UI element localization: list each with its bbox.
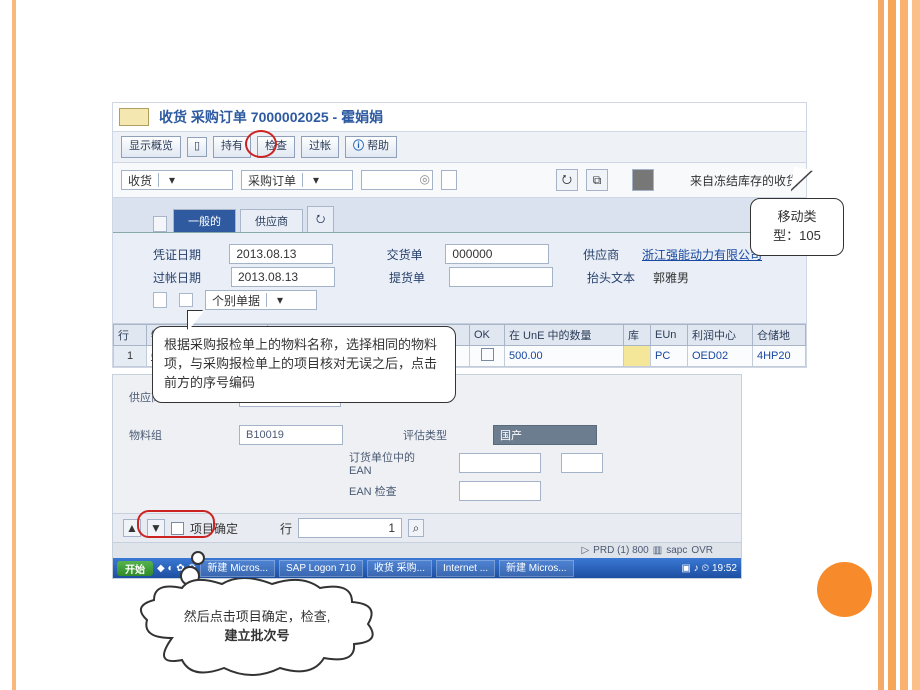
callout-material-instruction: 根据采购报检单上的物料名称，选择相同的物料项，与采购报检单上的项目核对无误之后，…	[152, 326, 456, 403]
vendor-link[interactable]: 浙江强能动力有限公司	[642, 248, 762, 262]
ean-label: 订货单位中的 EAN	[349, 449, 439, 477]
taskbar-app-1[interactable]: 新建 Micros...	[200, 560, 275, 577]
ean-check-label: EAN 检查	[349, 483, 439, 499]
material-group-label: 物料组	[129, 427, 219, 443]
doc-date-input[interactable]: 2013.08.13	[229, 244, 333, 264]
item-ok-checkbox[interactable]	[171, 522, 184, 535]
row-up-icon[interactable]: ▲	[123, 519, 141, 537]
delivery-note-label: 交货单	[387, 246, 434, 263]
execute-icon[interactable]: ⭮	[556, 169, 578, 191]
line-label: 行	[280, 520, 292, 537]
valuation-type-label: 评估类型	[403, 427, 473, 443]
col-profit: 利润中心	[688, 325, 753, 346]
cell-ok-checkbox[interactable]	[481, 348, 494, 361]
cell-eun: PC	[651, 346, 688, 367]
col-eun: EUn	[651, 325, 688, 346]
sap-window-icon	[119, 108, 149, 126]
print-icon[interactable]	[153, 292, 167, 308]
header-text: 郭雅男	[653, 269, 689, 286]
help-button[interactable]: ⓘ 帮助	[345, 136, 397, 158]
cell-qty[interactable]: 500.00	[505, 346, 624, 367]
toggle-icon[interactable]	[632, 169, 654, 191]
cell-rowno[interactable]: 1	[114, 346, 147, 367]
list-icon[interactable]: ⧉	[586, 169, 608, 191]
goods-movement-type[interactable]: 收货▾	[121, 170, 233, 190]
taskbar-app-5[interactable]: 新建 Micros...	[499, 560, 574, 577]
cell-profit[interactable]: OED02	[688, 346, 753, 367]
callout-1-tail	[188, 311, 204, 331]
goods-movement-type-label: 收货	[122, 172, 158, 189]
status-prd: PRD (1) 800	[593, 545, 649, 556]
slip-type-combo[interactable]: 个别单据▾	[205, 290, 317, 310]
line-lookup-icon[interactable]: ⌕	[408, 519, 424, 537]
ean-check-input[interactable]	[459, 481, 541, 501]
tab-refresh[interactable]: ⭮	[307, 206, 334, 232]
col-store: 仓储地	[753, 325, 806, 346]
reference-doc-type[interactable]: 采购订单▾	[241, 170, 353, 190]
cell-store[interactable]: 4HP20	[753, 346, 806, 367]
slide-accent-dot	[817, 562, 872, 617]
start-button[interactable]: 开始	[117, 561, 153, 576]
vendor-label: 供应商	[583, 246, 630, 263]
check-button[interactable]: 检查	[257, 136, 295, 158]
post-button[interactable]: 过帐	[301, 136, 339, 158]
taskbar-app-2[interactable]: SAP Logon 710	[279, 560, 363, 577]
doc-tab-icon[interactable]	[153, 216, 167, 232]
doc-icon-button[interactable]: ▯	[187, 137, 207, 157]
slip-type-label: 个别单据	[206, 292, 266, 309]
reference-doc-type-label: 采购订单	[242, 172, 302, 189]
post-date-label: 过帐日期	[153, 269, 219, 286]
hold-button[interactable]: 持有	[213, 136, 251, 158]
ean-input[interactable]	[459, 453, 541, 473]
callout-confirm-cloud: 然后点击项目确定，检查, 建立批次号	[132, 578, 382, 678]
ean-unit-input[interactable]	[561, 453, 603, 473]
cell-plant[interactable]	[624, 346, 651, 367]
po-number-input[interactable]: ◎	[361, 170, 433, 190]
cloud-bubble-1	[191, 551, 205, 565]
sap-lower-panel: 供应商物料编号 物料组 B10019 评估类型 国产 订货单位中的 EAN EA…	[112, 374, 742, 579]
row-down-icon[interactable]: ▼	[147, 519, 165, 537]
col-ok: OK	[470, 325, 505, 346]
taskbar-app-3[interactable]: 收货 采购...	[367, 560, 432, 577]
status-ovr: OVR	[691, 545, 713, 556]
line-input[interactable]: 1	[298, 518, 402, 538]
col-row: 行	[114, 325, 147, 346]
col-qty: 在 UnE 中的数量	[505, 325, 624, 346]
post-date-input[interactable]: 2013.08.13	[231, 267, 335, 287]
window-title: 收货 采购订单 7000002025 - 霍娟娟	[159, 107, 383, 127]
tab-vendor[interactable]: 供应商	[240, 209, 303, 232]
bol-label: 提货单	[389, 269, 437, 286]
overview-button[interactable]: 显示概览	[121, 136, 181, 158]
callout-2-tail	[790, 167, 812, 194]
bol-input[interactable]	[449, 267, 553, 287]
taskbar-app-4[interactable]: Internet ...	[436, 560, 495, 577]
doc-date-label: 凭证日期	[153, 246, 217, 263]
slip-checkbox[interactable]	[179, 293, 193, 307]
col-plant: 库	[624, 325, 651, 346]
po-item-input[interactable]	[441, 170, 457, 190]
windows-taskbar: 开始 ◆ ◐ ✿ ⚙ 新建 Micros... SAP Logon 710 收货…	[113, 558, 741, 578]
help-label: 帮助	[367, 140, 389, 152]
status-sapc: sapc	[666, 545, 687, 556]
delivery-note-input[interactable]: 000000	[445, 244, 549, 264]
callout-movement-type: 移动类 型：105	[750, 198, 844, 256]
header-text-label: 抬头文本	[587, 269, 635, 286]
material-group-input[interactable]: B10019	[239, 425, 343, 445]
item-ok-label: 项目确定	[190, 520, 238, 537]
valuation-type-input[interactable]: 国产	[493, 425, 597, 445]
frozen-stock-note: 来自冻结库存的收货	[690, 172, 798, 189]
tab-general[interactable]: 一般的	[173, 209, 236, 232]
